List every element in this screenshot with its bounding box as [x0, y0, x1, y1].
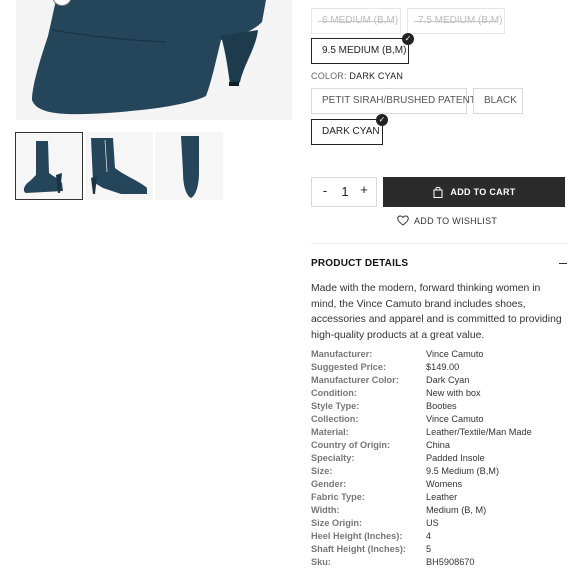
spec-key: Size: — [311, 466, 333, 476]
thumbnail-front-view[interactable] — [155, 132, 223, 200]
spec-key: Fabric Type: — [311, 492, 365, 502]
spec-key: Condition: — [311, 388, 357, 398]
spec-row: Condition: New with box — [311, 388, 567, 401]
spec-value: US — [426, 518, 439, 528]
spec-value: Leather/Textile/Man Made — [426, 427, 532, 437]
spec-value: Padded Insole — [426, 453, 485, 463]
spec-value: Vince Camuto — [426, 414, 484, 424]
spec-row: Fabric Type: Leather — [311, 492, 567, 505]
spec-value: BH5908670 — [426, 557, 475, 567]
spec-key: Shaft Height (Inches): — [311, 544, 406, 554]
thumbnail-side-view[interactable] — [15, 132, 83, 200]
quantity-decrease-button[interactable]: - — [320, 183, 330, 198]
spec-key: Style Type: — [311, 401, 360, 411]
spec-value: China — [426, 440, 451, 450]
spec-key: Country of Origin: — [311, 440, 391, 450]
boot-front-thumbnail — [181, 136, 199, 198]
shopping-bag-icon — [433, 186, 443, 198]
spec-key: Manufacturer: — [311, 349, 373, 359]
spec-row: Material: Leather/Textile/Man Made — [311, 427, 567, 440]
size-option-9-5[interactable]: 9.5 MEDIUM (B,M) ✓ — [311, 33, 414, 64]
wishlist-label: ADD TO WISHLIST — [414, 215, 498, 226]
color-selected-value: DARK CYAN — [349, 71, 404, 81]
color-option-black[interactable]: BLACK — [473, 88, 523, 114]
main-product-image[interactable] — [16, 0, 292, 120]
collapse-minus-icon — [559, 263, 567, 264]
spec-value: 5 — [426, 544, 432, 554]
spec-key: Manufacturer Color: — [311, 375, 399, 385]
unavailable-strike — [414, 21, 498, 22]
spec-value: $149.00 — [426, 362, 460, 372]
spec-row: Size Origin: US — [311, 518, 567, 531]
quantity-input[interactable]: 1 — [340, 184, 350, 199]
spec-row: Gender: Womens — [311, 479, 567, 492]
color-option-label: PETIT SIRAH/BRUSHED PATENT — [322, 95, 476, 106]
spec-key: Width: — [311, 505, 340, 515]
selected-check-icon: ✓ — [376, 114, 388, 126]
spec-row: Heel Height (Inches): 4 — [311, 531, 567, 544]
size-option-label: 9.5 MEDIUM (B,M) — [322, 45, 407, 56]
spec-row: Collection: Vince Camuto — [311, 414, 567, 427]
spec-value: Booties — [426, 401, 457, 411]
thumbnail-strip — [15, 132, 225, 202]
spec-key: Heel Height (Inches): — [311, 531, 403, 541]
spec-row: Manufacturer: Vince Camuto — [311, 349, 567, 362]
product-specs-list: Manufacturer: Vince Camuto Suggested Price… — [311, 349, 567, 570]
quantity-stepper: - 1 + — [311, 177, 377, 207]
spec-row: Style Type: Booties — [311, 401, 567, 414]
boot-image — [32, 0, 266, 115]
spec-row: Width: Medium (B, M) — [311, 505, 567, 518]
add-to-wishlist-link[interactable]: ADD TO WISHLIST — [397, 215, 497, 226]
spec-value: 4 — [426, 531, 432, 541]
quantity-increase-button[interactable]: + — [358, 182, 370, 197]
unavailable-strike — [318, 21, 394, 22]
color-option-label: BLACK — [484, 95, 517, 106]
spec-key: Material: — [311, 427, 349, 437]
spec-row: Suggested Price: $149.00 — [311, 362, 567, 375]
spec-key: Gender: — [311, 479, 347, 489]
product-details-heading: PRODUCT DETAILS — [311, 258, 409, 269]
spec-value: Vince Camuto — [426, 349, 484, 359]
divider — [311, 243, 567, 244]
color-label: COLOR: DARK CYAN — [311, 71, 403, 81]
spec-key: Suggested Price: — [311, 362, 387, 372]
spec-value: Leather — [426, 492, 458, 502]
thumbnail-back-view[interactable] — [85, 132, 153, 200]
selected-check-icon: ✓ — [402, 33, 414, 45]
size-option-7-5[interactable]: 7.5 MEDIUM (B,M) — [407, 8, 505, 34]
spec-key: Size Origin: — [311, 518, 363, 528]
size-option-6[interactable]: 6 MEDIUM (B,M) — [311, 8, 401, 34]
heart-icon — [397, 215, 409, 226]
spec-value: Medium (B, M) — [426, 505, 487, 515]
color-option-dark-cyan[interactable]: DARK CYAN ✓ — [311, 114, 388, 145]
spec-value: Dark Cyan — [426, 375, 470, 385]
spec-row: Size: 9.5 Medium (B,M) — [311, 466, 567, 479]
color-option-label: DARK CYAN — [322, 126, 380, 137]
spec-row: Sku: BH5908670 — [311, 557, 567, 570]
spec-row: Country of Origin: China — [311, 440, 567, 453]
boot-back-thumbnail — [91, 138, 147, 194]
product-description: Made with the modern, forward thinking w… — [311, 283, 562, 341]
spec-key: Specialty: — [311, 453, 355, 463]
spec-row: Manufacturer Color: Dark Cyan — [311, 375, 567, 388]
color-label-text: COLOR: — [311, 71, 347, 81]
add-to-cart-button[interactable]: ADD TO CART — [383, 177, 565, 207]
color-option-petit-sirah[interactable]: PETIT SIRAH/BRUSHED PATENT — [311, 88, 476, 114]
add-to-cart-label: ADD TO CART — [450, 187, 516, 197]
spec-value: 9.5 Medium (B,M) — [426, 466, 500, 476]
boot-side-thumbnail — [23, 141, 63, 193]
spec-value: New with box — [426, 388, 481, 398]
spec-value: Womens — [426, 479, 463, 489]
spec-key: Collection: — [311, 414, 359, 424]
spec-row: Shaft Height (Inches): 5 — [311, 544, 567, 557]
spec-key: Sku: — [311, 557, 331, 567]
product-details-toggle[interactable]: PRODUCT DETAILS — [311, 258, 567, 269]
spec-row: Specialty: Padded Insole — [311, 453, 567, 466]
